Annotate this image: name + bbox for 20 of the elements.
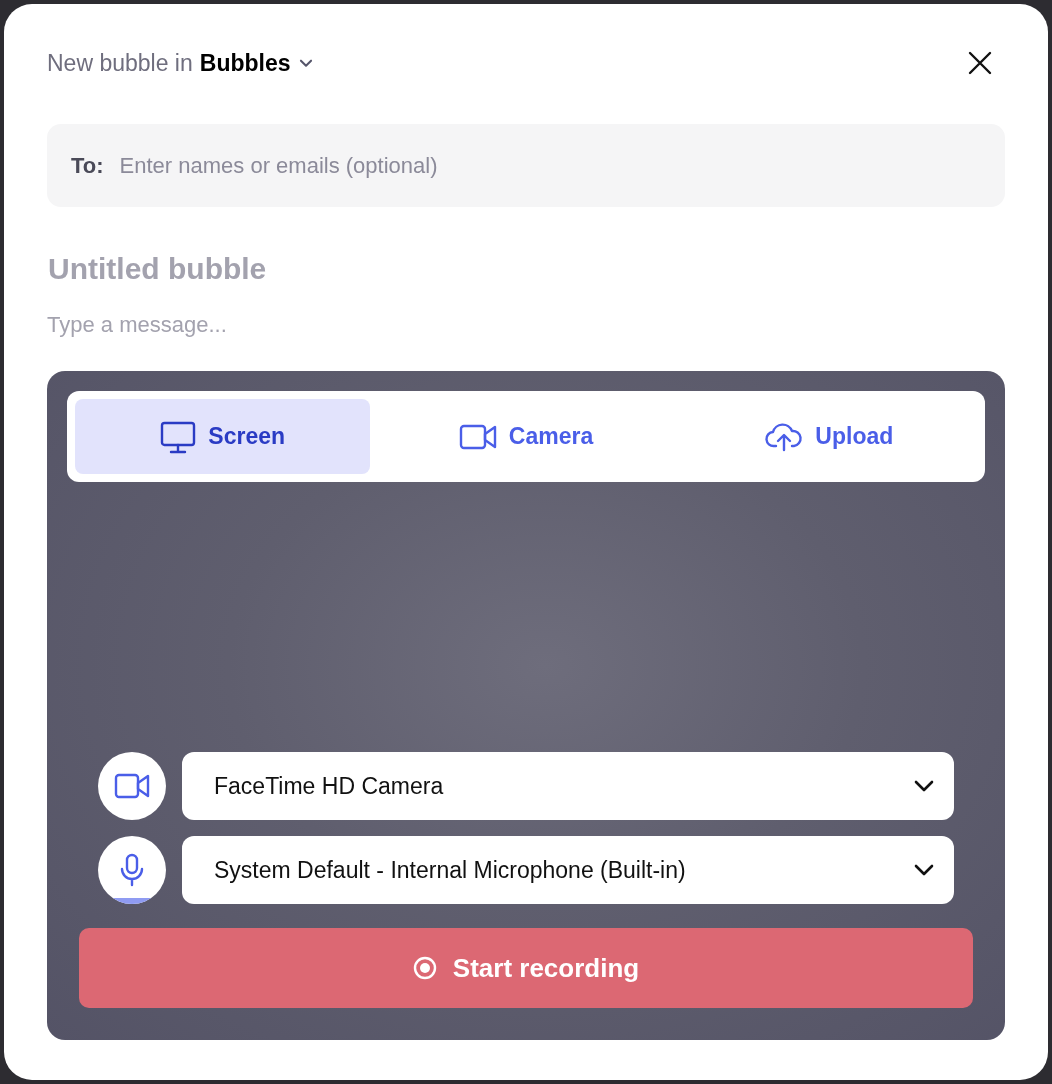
tab[interactable]: Screen <box>75 399 371 474</box>
recipients-field[interactable]: To: Enter names or emails (optional) <box>47 124 1005 207</box>
monitor-icon <box>160 419 197 454</box>
dialog-title: New bubble in <box>47 49 193 77</box>
device-select[interactable]: FaceTime HD Camera <box>182 752 954 820</box>
video-camera-icon <box>114 773 150 799</box>
folder-dropdown[interactable]: Bubbles <box>199 49 313 77</box>
chevron-down-icon <box>914 780 934 792</box>
video-camera-icon <box>458 423 497 450</box>
microphone-icon <box>120 853 144 887</box>
to-label: To: <box>71 152 104 179</box>
close-icon[interactable] <box>968 51 992 75</box>
tab[interactable]: Upload <box>681 399 977 474</box>
chevron-down-icon <box>914 864 934 876</box>
cloud-upload-icon <box>765 421 804 452</box>
record-icon <box>412 956 437 980</box>
recipients-input[interactable]: Enter names or emails (optional) <box>117 151 981 180</box>
tab[interactable]: Camera <box>378 399 674 474</box>
device-select[interactable]: System Default - Internal Microphone (Built-in) <box>182 836 954 904</box>
caret-icon <box>298 58 313 68</box>
